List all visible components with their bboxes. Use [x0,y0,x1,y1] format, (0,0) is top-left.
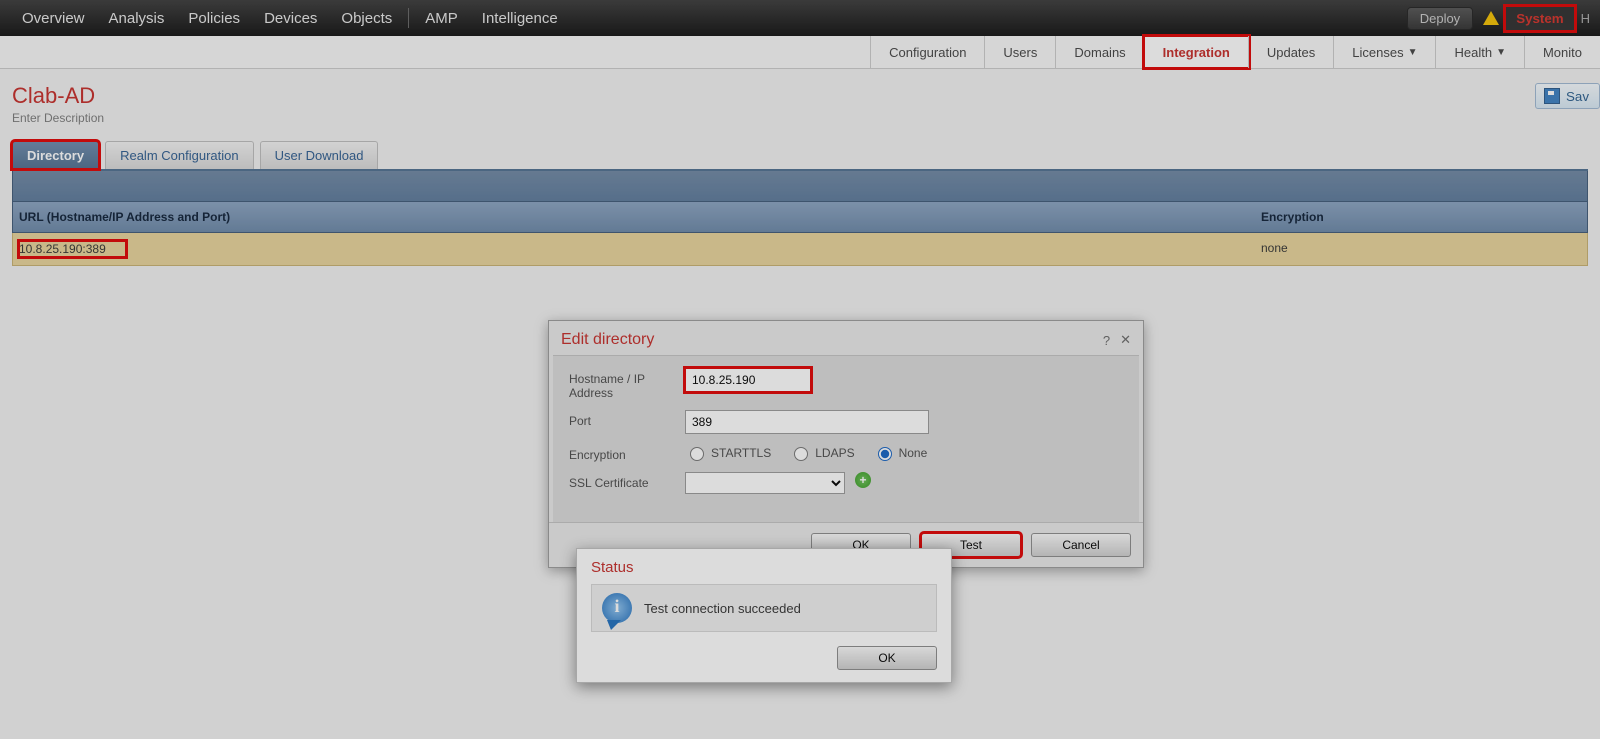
status-ok-button[interactable]: OK [837,646,937,670]
cell-encryption: none [1255,233,1587,265]
page-header: Clab-AD Enter Description Sav Directory … [0,69,1600,266]
status-dialog: Status Test connection succeeded OK [576,548,952,683]
status-title: Status [591,559,937,576]
warning-icon[interactable] [1483,11,1499,25]
topnav-analysis[interactable]: Analysis [97,10,177,27]
label-port: Port [569,410,685,428]
column-encryption: Encryption [1255,202,1587,232]
encryption-radio-group: STARTTLS LDAPS None [685,444,927,461]
subnav-health[interactable]: Health▼ [1435,36,1524,68]
radio-none[interactable]: None [873,444,928,461]
help-icon[interactable]: ? [1103,333,1110,348]
info-icon [602,593,632,623]
label-hostname: Hostname / IP Address [569,368,685,400]
toolbar-bar [12,171,1588,202]
topnav-separator [408,8,409,28]
topnav: Overview Analysis Policies Devices Objec… [0,0,1600,36]
directory-table-header: URL (Hostname/IP Address and Port) Encry… [12,202,1588,233]
realm-tabs: Directory Realm Configuration User Downl… [12,141,1588,171]
page-title: Clab-AD [12,83,1588,109]
dialog-title: Edit directory [561,331,1093,349]
subnav-users[interactable]: Users [984,36,1056,68]
topnav-objects[interactable]: Objects [329,10,404,27]
status-message-box: Test connection succeeded [591,584,937,632]
add-icon[interactable]: + [855,472,871,488]
subnav-configuration[interactable]: Configuration [870,36,985,68]
save-label: Sav [1566,89,1589,104]
label-ssl-certificate: SSL Certificate [569,472,685,490]
radio-starttls[interactable]: STARTTLS [685,444,771,461]
deploy-button[interactable]: Deploy [1407,7,1473,30]
subnav: Configuration Users Domains Integration … [0,36,1600,69]
chevron-down-icon: ▼ [1408,47,1418,58]
subnav-updates[interactable]: Updates [1248,36,1334,68]
port-input[interactable] [685,410,929,434]
tab-user-download[interactable]: User Download [260,141,379,169]
chevron-down-icon: ▼ [1496,47,1506,58]
status-message: Test connection succeeded [644,601,801,616]
page-subtitle: Enter Description [12,111,1588,125]
column-url: URL (Hostname/IP Address and Port) [13,202,1255,232]
table-row[interactable]: 10.8.25.190:389 none [12,233,1588,266]
label-encryption: Encryption [569,444,685,462]
topnav-overview[interactable]: Overview [10,10,97,27]
subnav-licenses[interactable]: Licenses▼ [1333,36,1436,68]
ssl-certificate-select[interactable] [685,472,845,494]
radio-ldaps[interactable]: LDAPS [789,444,854,461]
topnav-devices[interactable]: Devices [252,10,329,27]
cell-url: 10.8.25.190:389 [19,241,126,257]
topnav-amp[interactable]: AMP [413,10,470,27]
cancel-button[interactable]: Cancel [1031,533,1131,557]
topnav-truncated: H [1575,11,1590,26]
tab-realm-configuration[interactable]: Realm Configuration [105,141,254,169]
save-button[interactable]: Sav [1535,83,1600,109]
tab-directory[interactable]: Directory [12,141,99,169]
subnav-domains[interactable]: Domains [1055,36,1144,68]
subnav-integration[interactable]: Integration [1144,36,1249,68]
close-icon[interactable]: ✕ [1120,332,1131,348]
hostname-input[interactable] [685,368,811,392]
edit-directory-dialog: Edit directory ? ✕ Hostname / IP Address… [548,320,1144,568]
system-button[interactable]: System [1505,6,1574,31]
topnav-intelligence[interactable]: Intelligence [470,10,570,27]
topnav-policies[interactable]: Policies [176,10,252,27]
save-icon [1544,88,1560,104]
subnav-monitoring[interactable]: Monito [1524,36,1600,68]
